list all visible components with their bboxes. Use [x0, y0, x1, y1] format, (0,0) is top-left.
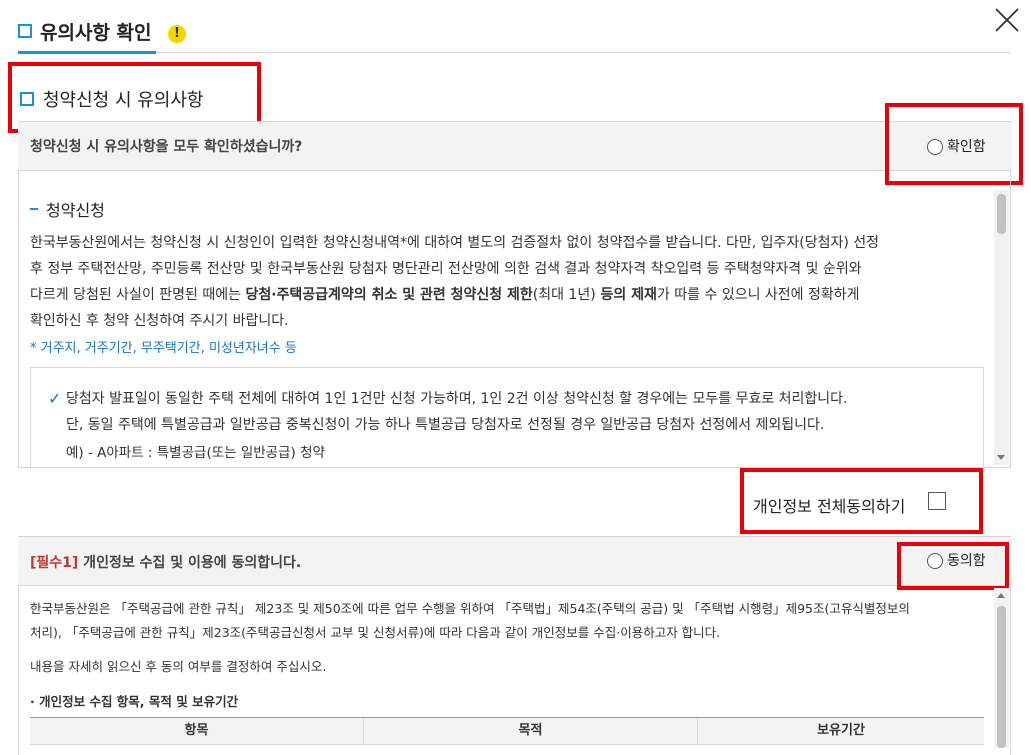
title-underline: [18, 51, 156, 54]
section2-title: [필수1] 개인정보 수집 및 이용에 동의합니다.: [30, 552, 301, 572]
section2-scroll-up-icon[interactable]: [997, 593, 1005, 598]
section1-square-icon: [20, 92, 34, 106]
page-title: 유의사항 확인: [40, 22, 152, 44]
notice-item1: 당첨자 발표일이 동일한 주택 전체에 대하여 1인 1건만 신청 가능하며, …: [66, 391, 848, 407]
section1-sub-title: 청약신청: [46, 201, 105, 220]
para3-bold1: 당첨·주택공급계약의 취소 및 관련 청약신청 제한: [245, 287, 533, 303]
table-header-purpose: 목적: [364, 718, 698, 744]
section1-scroll-thumb[interactable]: [997, 194, 1006, 234]
section1-scroll-down-icon[interactable]: [997, 455, 1005, 460]
section1-para1: 한국부동산원에서는 청약신청 시 신청인이 입력한 청약신청내역*에 대하여 별…: [30, 235, 880, 251]
section2-sub-title: · 개인정보 수집 항목, 목적 및 보유기간: [30, 694, 239, 709]
agree-all-label[interactable]: 개인정보 전체동의하기: [753, 493, 905, 517]
section1-para4: 확인하신 후 청약 신청하여 주시기 바랍니다.: [30, 313, 289, 329]
notice-item1b: 단, 동일 주택에 특별공급과 일반공급 중복신청이 가능 하나 특별공급 당첨…: [66, 417, 825, 433]
title-square-icon: [18, 24, 32, 38]
section2-para1: 한국부동산원은 「주택공급에 관한 규칙」 제23조 및 제50조에 따른 업무…: [30, 601, 910, 616]
agree-highlight: [897, 542, 1009, 590]
sub-title-dash: [30, 208, 38, 210]
section2-scroll-thumb[interactable]: [997, 606, 1006, 748]
table-header-item: 항목: [30, 718, 364, 744]
close-icon[interactable]: [993, 6, 1021, 34]
info-table-header: 항목 목적 보유기간: [30, 717, 984, 745]
section2-para3: 내용을 자세히 읽으신 후 동의 여부를 결정하여 주십시오.: [30, 659, 327, 674]
section2-title-text: 개인정보 수집 및 이용에 동의합니다.: [78, 555, 302, 571]
para3-part3: 가 따를 수 있으니 사전에 정확하게: [656, 287, 860, 303]
section1-para2: 후 정부 주택전산망, 주민등록 전산망 및 한국부동산원 당첨자 명단관리 전…: [30, 261, 862, 277]
agree-all-checkbox[interactable]: [928, 492, 946, 510]
para3-part2: (최대 1년): [532, 287, 596, 303]
table-header-period: 보유기간: [817, 723, 865, 738]
notice-item1c: 예) - A아파트 : 특별공급(또는 일반공급) 청약: [66, 445, 325, 461]
section1-question: 청약신청 시 유의사항을 모두 확인하셨습니까?: [30, 139, 303, 155]
para3-part1: 다르게 당첨된 사실이 판명된 때에는: [30, 287, 246, 303]
section1-note: * 거주지, 거주기간, 무주택기간, 미성년자녀수 등: [30, 341, 297, 356]
required-tag: [필수1]: [30, 555, 79, 571]
check-icon: ✓: [48, 389, 62, 408]
header-divider: [18, 52, 1010, 53]
section2-para2: 처리), 「주택공급에 관한 규칙」제23조(주택공급신청서 교부 및 신청서류…: [30, 625, 721, 640]
section1-title: 청약신청 시 유의사항: [43, 90, 204, 111]
para3-bold2: 등의 제재: [595, 287, 657, 303]
section1-para3: 다르게 당첨된 사실이 판명된 때에는 당첨·주택공급계약의 취소 및 관련 청…: [30, 282, 860, 308]
warning-icon: !: [168, 25, 186, 43]
